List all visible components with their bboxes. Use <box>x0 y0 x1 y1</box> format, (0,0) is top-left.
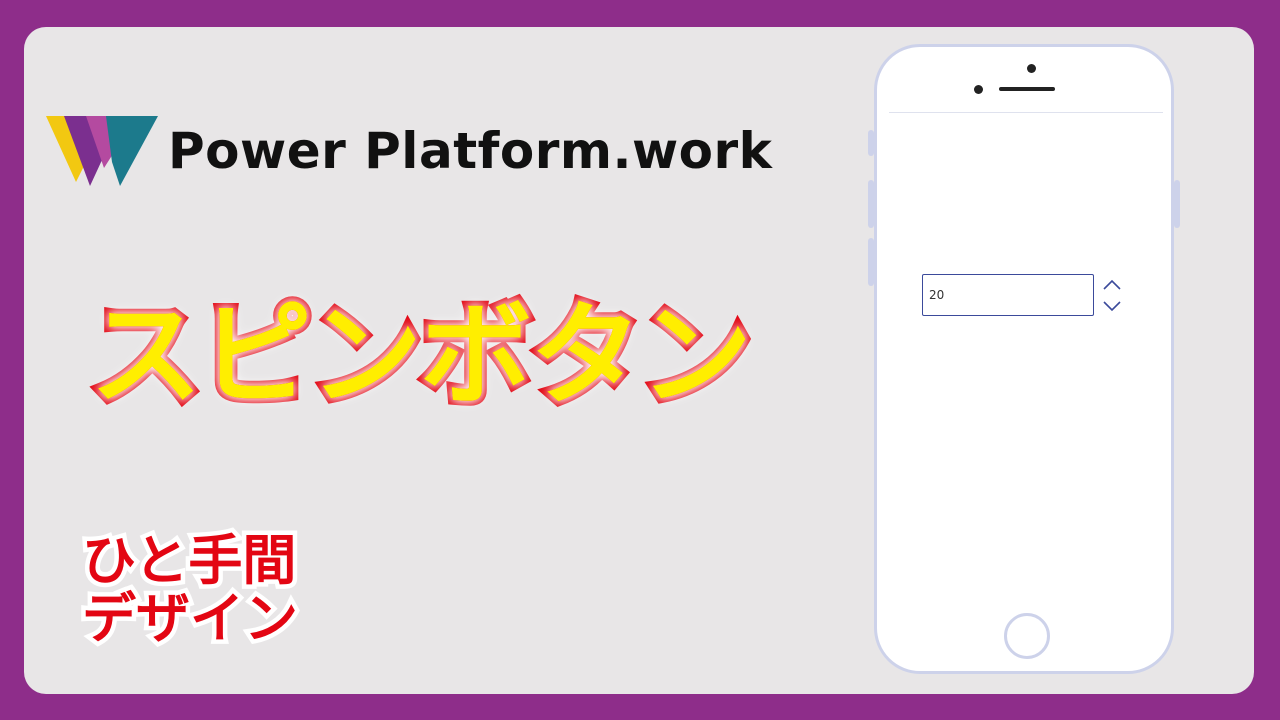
phone-side-button <box>1174 180 1180 228</box>
subtitle-line-1: ひと手間 <box>78 527 301 594</box>
brand-name: Power Platform.work <box>168 122 773 180</box>
subtitle-badge: ひと手間 デザイン <box>78 527 303 652</box>
phone-sensor-icon <box>974 85 983 94</box>
brand: Power Platform.work <box>46 116 772 186</box>
spin-input[interactable] <box>922 274 1094 316</box>
phone-mockup <box>874 44 1174 674</box>
phone-home-button[interactable] <box>1004 613 1050 659</box>
spin-up-button[interactable] <box>1100 276 1124 294</box>
spin-down-button[interactable] <box>1100 297 1124 315</box>
phone-camera-icon <box>1027 64 1036 73</box>
page-title: スピンボタン <box>85 291 757 421</box>
screen-divider <box>889 112 1163 113</box>
phone-speaker-icon <box>999 87 1055 91</box>
chevron-down-icon <box>1103 301 1121 312</box>
chevron-up-icon <box>1103 279 1121 290</box>
subtitle-line-2: デザイン <box>78 585 303 652</box>
power-platform-w-logo <box>46 116 158 186</box>
